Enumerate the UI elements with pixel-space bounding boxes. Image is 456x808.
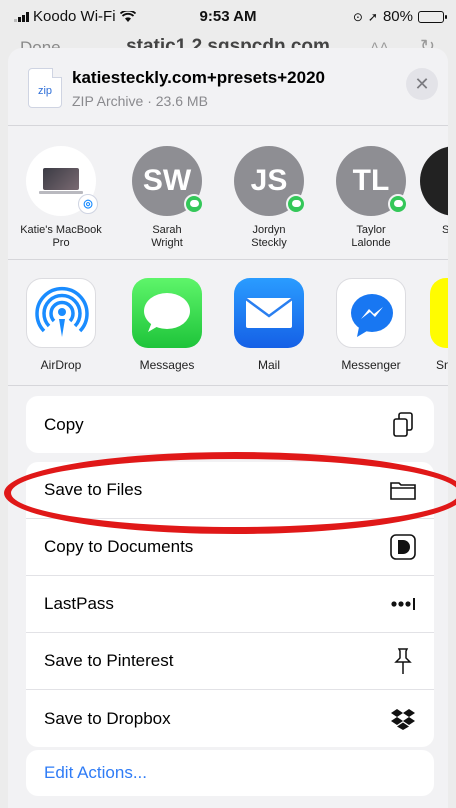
avatar: SW (132, 146, 204, 216)
app-snapchat[interactable]: Sn (430, 278, 448, 372)
person-macbook[interactable]: ◎ Katie's MacBook Pro (16, 146, 106, 250)
action-copy[interactable]: Copy (26, 396, 434, 453)
battery-label: 80% (382, 8, 413, 25)
people-row: ◎ Katie's MacBook Pro SW Sarah Wright JS… (8, 126, 448, 260)
messages-badge-icon (286, 194, 306, 214)
mail-icon (234, 278, 304, 348)
close-button[interactable]: ✕ (406, 68, 438, 100)
copy-icon (390, 411, 416, 438)
messages-icon (132, 278, 202, 348)
action-label: Copy (44, 414, 84, 434)
app-messenger[interactable]: Messenger (326, 278, 416, 372)
folder-icon (390, 477, 416, 503)
location-icon: ➚ (367, 9, 378, 24)
person-jordyn[interactable]: JS Jordyn Steckly (224, 146, 314, 250)
laptop-icon (39, 168, 83, 194)
messages-badge-icon (184, 194, 204, 214)
person-name: Katie's MacBook Pro (20, 224, 102, 249)
airdrop-icon (26, 278, 96, 348)
action-label: LastPass (44, 594, 114, 613)
status-bar: Koodo Wi-Fi 9:53 AM ⊙ ➚ 80% (0, 0, 456, 34)
documents-icon (390, 534, 416, 560)
action-save-to-pinterest[interactable]: Save to Pinterest (26, 633, 434, 690)
zip-file-icon: zip (28, 68, 62, 108)
status-right: ⊙ ➚ 80% (352, 8, 447, 25)
app-label: Mail (257, 358, 280, 372)
lastpass-icon (390, 591, 416, 617)
actions-group: Save to Files Copy to Documents LastPass… (26, 462, 434, 747)
avatar-initials: JS (250, 164, 288, 197)
action-label: Save to Dropbox (44, 708, 171, 728)
pin-icon (390, 648, 416, 674)
person-partial[interactable]: S (420, 146, 448, 237)
person-name: Jordyn Steckly (251, 224, 287, 249)
action-save-to-dropbox[interactable]: Save to Dropbox (26, 690, 434, 747)
file-meta: ZIP Archive · 23.6 MB (72, 93, 208, 109)
action-save-to-files[interactable]: Save to Files (26, 462, 434, 519)
person-taylor[interactable]: TL Taylor Lalonde (326, 146, 416, 250)
messenger-icon (336, 278, 406, 348)
avatar: ◎ (26, 146, 98, 216)
share-sheet: zip katiesteckly.com+presets+2020 ZIP Ar… (8, 48, 448, 808)
avatar: TL (336, 146, 408, 216)
edit-actions-button[interactable]: Edit Actions... (26, 750, 434, 796)
person-name: Taylor Lalonde (351, 224, 391, 249)
close-icon: ✕ (414, 74, 430, 94)
file-name: katiesteckly.com+presets+2020 (72, 68, 325, 87)
app-messages[interactable]: Messages (122, 278, 212, 372)
person-name: Sarah Wright (151, 224, 183, 249)
messages-badge-icon (388, 194, 408, 214)
rotation-lock-icon: ⊙ (352, 9, 363, 24)
share-header: zip katiesteckly.com+presets+2020 ZIP Ar… (8, 48, 448, 126)
person-sarah[interactable]: SW Sarah Wright (122, 146, 212, 250)
avatar-initials: TL (352, 164, 390, 197)
apps-row: AirDrop Messages Mail Messenger Sn (8, 260, 448, 386)
app-label: Messenger (341, 358, 401, 372)
app-label: Sn (436, 358, 448, 372)
person-name: S (442, 224, 448, 236)
avatar-initials: SW (142, 164, 192, 197)
app-airdrop[interactable]: AirDrop (16, 278, 106, 372)
app-label: AirDrop (40, 358, 82, 372)
airdrop-badge-icon: ◎ (78, 194, 98, 214)
action-copy-to-documents[interactable]: Copy to Documents (26, 519, 434, 576)
avatar: JS (234, 146, 306, 216)
action-label: Save to Files (44, 480, 143, 499)
app-label: Messages (139, 358, 195, 372)
copy-group: Copy (26, 396, 434, 453)
dropbox-icon (390, 706, 416, 732)
action-lastpass[interactable]: LastPass (26, 576, 434, 633)
avatar-photo (420, 146, 448, 216)
snapchat-icon (430, 278, 448, 348)
app-mail[interactable]: Mail (224, 278, 314, 372)
action-label: Copy to Documents (44, 537, 194, 556)
battery-icon (418, 10, 447, 23)
action-label: Save to Pinterest (44, 651, 174, 670)
